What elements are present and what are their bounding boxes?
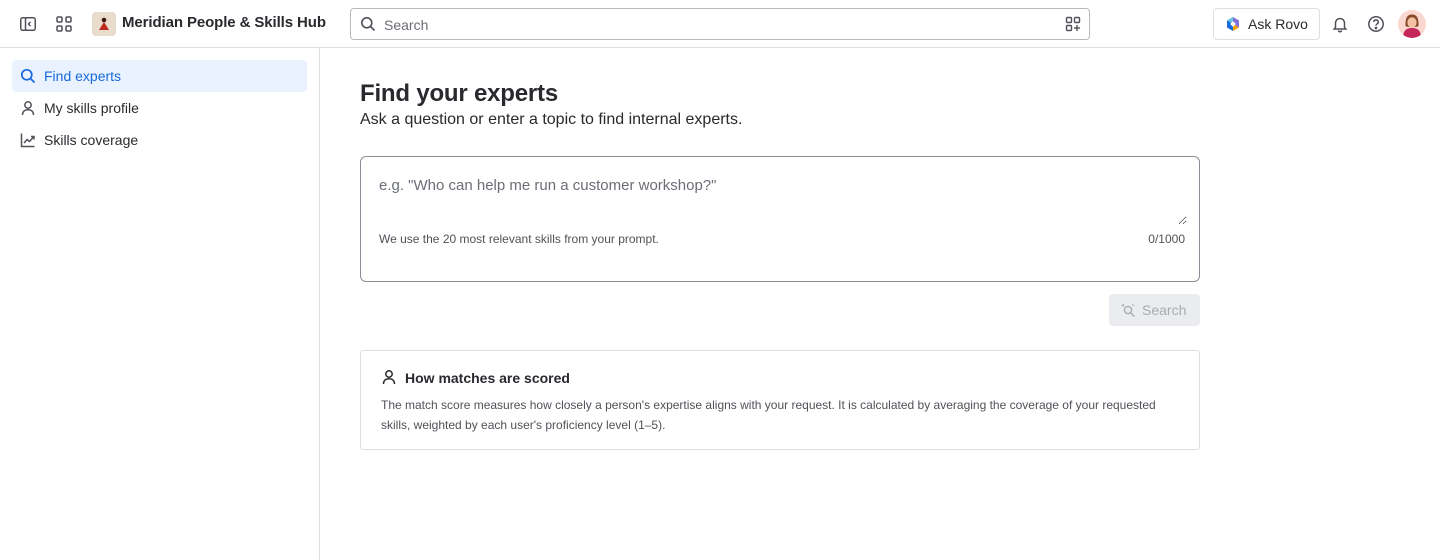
search-placeholder: Search <box>384 17 429 33</box>
app-logo[interactable] <box>92 12 116 36</box>
sidebar-item-label: Find experts <box>44 68 122 84</box>
scoring-info-card: How matches are scored The match score m… <box>360 350 1200 450</box>
ai-sparkle-search-icon <box>1120 303 1135 317</box>
sidebar-toggle-icon[interactable] <box>16 12 40 36</box>
search-icon <box>361 17 376 32</box>
top-navigation-bar: Meridian People & Skills Hub Search Ask … <box>0 0 1440 48</box>
main-content: Find your experts Ask a question or ente… <box>320 48 1440 560</box>
ask-rovo-label: Ask Rovo <box>1248 16 1308 32</box>
person-icon <box>382 370 396 385</box>
info-card-body: The match score measures how closely a p… <box>381 398 1156 432</box>
page-subtitle: Ask a question or enter a topic to find … <box>360 111 743 128</box>
sidebar: Find experts My skills profile Skills co… <box>0 48 320 560</box>
trend-chart-icon <box>20 133 35 148</box>
rovo-icon <box>1227 17 1239 31</box>
sidebar-item-my-skills-profile[interactable]: My skills profile <box>12 92 307 124</box>
page-title: Find your experts <box>360 80 558 107</box>
app-title[interactable]: Meridian People & Skills Hub <box>122 14 326 31</box>
help-icon[interactable] <box>1364 12 1388 36</box>
person-icon <box>21 101 35 116</box>
search-button[interactable]: Search <box>1109 294 1200 326</box>
ask-rovo-button[interactable]: Ask Rovo <box>1213 8 1320 40</box>
sidebar-item-label: My skills profile <box>44 100 139 116</box>
sidebar-item-find-experts[interactable]: Find experts <box>12 60 307 92</box>
global-search-input[interactable]: Search <box>350 8 1090 40</box>
prompt-textarea[interactable] <box>371 169 1187 225</box>
prompt-helper-text: We use the 20 most relevant skills from … <box>379 232 659 246</box>
search-icon <box>20 68 36 84</box>
info-card-title: How matches are scored <box>405 370 570 386</box>
sidebar-item-label: Skills coverage <box>44 132 139 148</box>
character-counter: 0/1000 <box>1148 232 1185 246</box>
search-button-label: Search <box>1142 302 1187 318</box>
bell-icon[interactable] <box>1328 12 1352 36</box>
sidebar-item-skills-coverage[interactable]: Skills coverage <box>12 124 307 156</box>
app-switcher-icon[interactable] <box>52 12 76 36</box>
search-filter-icon[interactable] <box>1065 16 1081 32</box>
prompt-field-container: We use the 20 most relevant skills from … <box>360 156 1200 282</box>
user-avatar[interactable] <box>1398 10 1426 38</box>
